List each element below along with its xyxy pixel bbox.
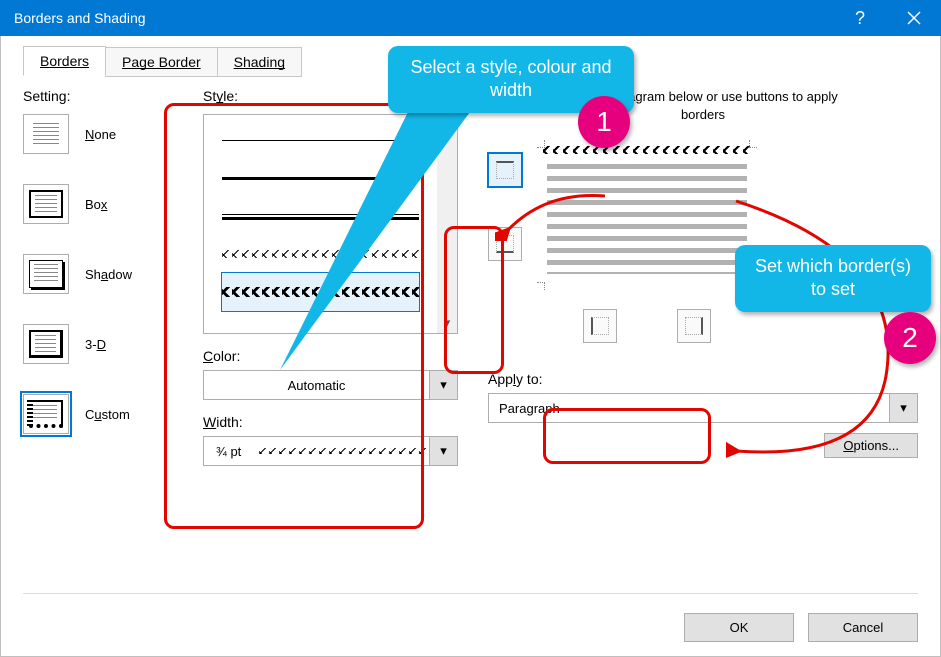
width-combo[interactable]: ¾ pt ▾ bbox=[203, 436, 458, 466]
annotation-badge-1: 1 bbox=[578, 96, 630, 148]
tab-borders[interactable]: Borders bbox=[23, 46, 106, 76]
setting-column: Setting: None Box Shadow 3-D Custom bbox=[23, 88, 173, 466]
help-button[interactable]: ? bbox=[833, 0, 887, 36]
border-left-button[interactable] bbox=[583, 309, 617, 343]
apply-to-value: Paragraph bbox=[489, 394, 889, 422]
window-title: Borders and Shading bbox=[14, 10, 833, 26]
setting-shadow[interactable]: Shadow bbox=[23, 254, 173, 294]
annotation-callout-1-tail bbox=[280, 112, 480, 372]
border-bottom-button[interactable] bbox=[488, 227, 522, 261]
ok-button[interactable]: OK bbox=[684, 613, 794, 642]
setting-none[interactable]: None bbox=[23, 114, 173, 154]
separator bbox=[23, 593, 918, 594]
chevron-down-icon[interactable]: ▾ bbox=[429, 437, 457, 465]
setting-box[interactable]: Box bbox=[23, 184, 173, 224]
setting-custom[interactable]: Custom bbox=[23, 394, 173, 434]
setting-3d[interactable]: 3-D bbox=[23, 324, 173, 364]
options-button[interactable]: Options... bbox=[824, 433, 918, 458]
annotation-callout-2: Set which border(s) to set bbox=[735, 245, 931, 312]
chevron-down-icon[interactable]: ▾ bbox=[889, 394, 917, 422]
apply-to-combo[interactable]: Paragraph ▾ bbox=[488, 393, 918, 423]
title-bar: Borders and Shading ? bbox=[0, 0, 941, 36]
cancel-button[interactable]: Cancel bbox=[808, 613, 918, 642]
close-button[interactable] bbox=[887, 0, 941, 36]
width-label: Width: bbox=[203, 414, 458, 430]
horizontal-border-buttons bbox=[542, 309, 752, 343]
vertical-border-buttons bbox=[488, 141, 522, 261]
color-value: Automatic bbox=[204, 371, 429, 399]
chevron-down-icon[interactable]: ▾ bbox=[429, 371, 457, 399]
border-top-button[interactable] bbox=[488, 153, 522, 187]
setting-label: Setting: bbox=[23, 88, 173, 104]
annotation-badge-2: 2 bbox=[884, 312, 936, 364]
close-icon bbox=[907, 11, 921, 25]
apply-to-label: Apply to: bbox=[488, 371, 918, 387]
border-right-button[interactable] bbox=[677, 309, 711, 343]
width-preview bbox=[259, 448, 429, 454]
width-value: ¾ pt bbox=[216, 444, 241, 459]
tab-shading[interactable]: Shading bbox=[217, 47, 302, 77]
border-preview-diagram[interactable] bbox=[542, 145, 752, 285]
color-combo[interactable]: Automatic ▾ bbox=[203, 370, 458, 400]
tab-page-border[interactable]: Page Border bbox=[105, 47, 218, 77]
